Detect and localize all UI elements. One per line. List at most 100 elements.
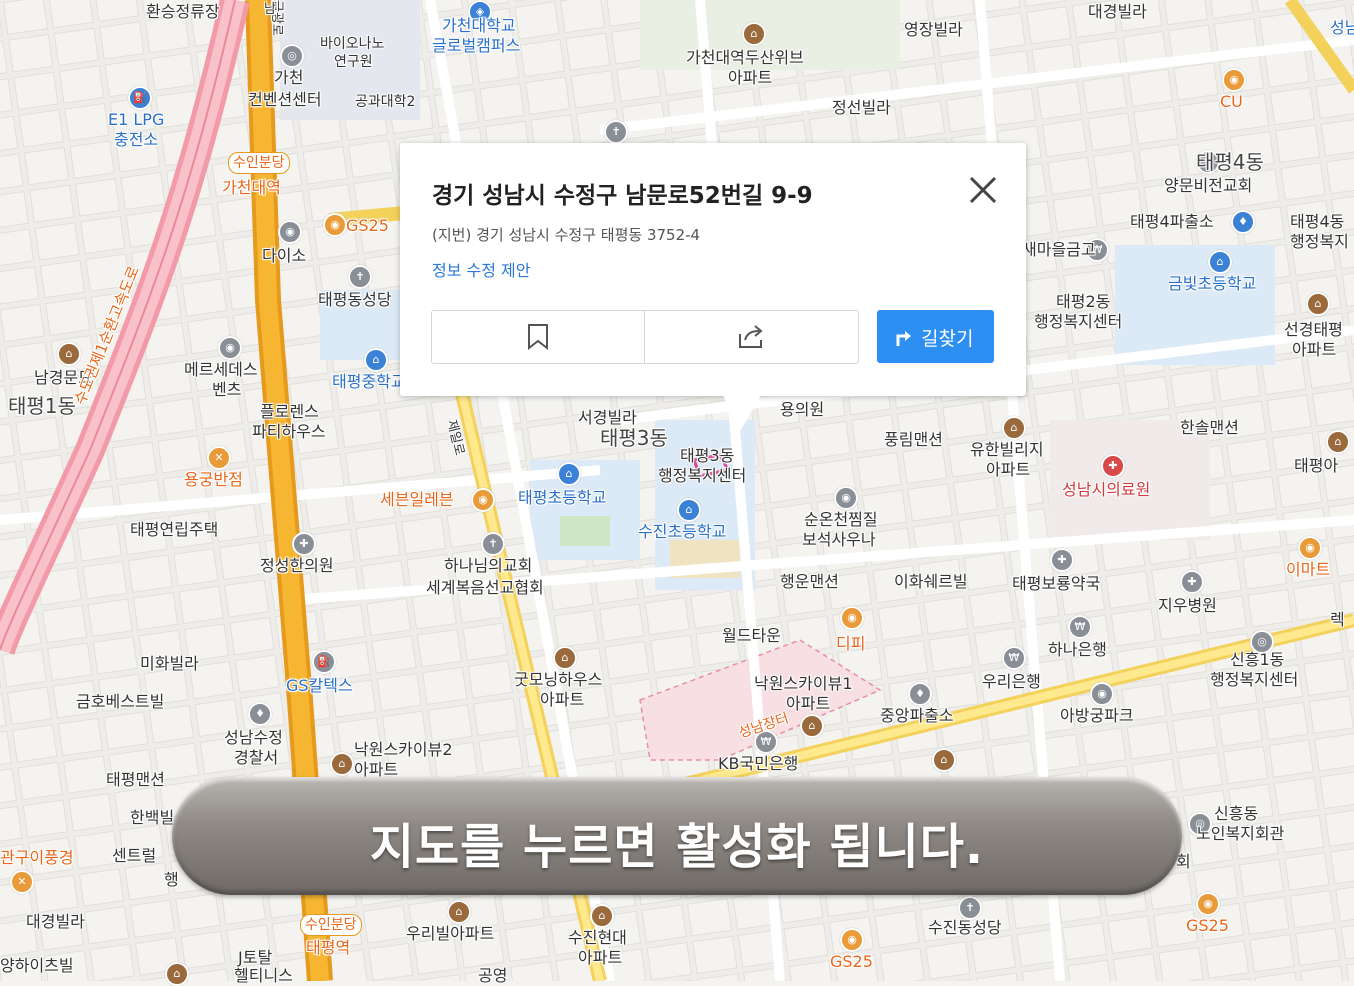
map-label[interactable]: KB국민은행 xyxy=(718,754,798,774)
map-label[interactable]: 세븐일레븐 xyxy=(380,490,454,510)
map-label[interactable]: GS칼텍스 xyxy=(286,676,353,696)
map-label[interactable]: 우리빌아파트 xyxy=(406,924,494,944)
map-label[interactable]: 순온천찜질 xyxy=(804,510,878,530)
map-label[interactable]: 수인분당 xyxy=(228,152,290,174)
suggest-edit-link[interactable]: 정보 수정 제안 xyxy=(432,257,531,281)
map-label[interactable]: 굿모닝하우스 xyxy=(514,670,602,690)
church3-pin-icon[interactable]: ✝ xyxy=(481,532,505,556)
map-label[interactable]: 용의원 xyxy=(780,400,824,420)
map-label[interactable]: 아파트 xyxy=(540,690,584,710)
apartment-pin-icon[interactable]: ⌂ xyxy=(742,22,766,46)
map-label[interactable]: 수인분당 xyxy=(300,914,362,936)
map-label[interactable]: GS25 xyxy=(830,952,873,972)
map-label[interactable]: 메르세데스 xyxy=(184,360,258,380)
cathedral2-pin-icon[interactable]: ✝ xyxy=(958,896,982,920)
map-label[interactable]: 지우병원 xyxy=(1158,596,1217,616)
map-label[interactable]: 센트럴 xyxy=(112,846,156,866)
map-label[interactable]: 대경빌라 xyxy=(1088,2,1147,22)
map-label[interactable]: 공과대학2 xyxy=(355,92,415,112)
elementary-school-pin-icon[interactable]: ⌂ xyxy=(557,462,581,486)
map-label[interactable]: 유한빌리지 xyxy=(970,440,1044,460)
apartment7-pin-icon[interactable]: ⌂ xyxy=(330,752,354,776)
daiso-pin-icon[interactable]: ◉ xyxy=(278,220,302,244)
police2-pin-icon[interactable]: ♦ xyxy=(908,682,932,706)
map-label[interactable]: 이화쉐르빌 xyxy=(894,572,968,592)
map-label[interactable]: 태평초등학교 xyxy=(518,488,606,508)
map-label[interactable]: CU xyxy=(1220,92,1243,112)
map-label[interactable]: 디피 xyxy=(836,634,865,654)
apartment11-pin-icon[interactable]: ⌂ xyxy=(165,962,189,986)
map-label[interactable]: 세계복음선교협회 xyxy=(426,578,544,598)
school-pin-icon[interactable]: ⌂ xyxy=(1208,250,1232,274)
map-label[interactable]: 아파트 xyxy=(578,948,622,968)
map-label[interactable]: 용궁반점 xyxy=(184,470,243,490)
map-label[interactable]: 경찰서 xyxy=(234,748,278,768)
apartment10-pin-icon[interactable]: ⌂ xyxy=(590,904,614,928)
map-label[interactable]: 선경태평 xyxy=(1284,320,1343,340)
gs25-pin-icon[interactable]: ◉ xyxy=(323,213,347,237)
apartment2-pin-icon[interactable]: ⌂ xyxy=(1306,292,1330,316)
map-label[interactable]: 벤츠 xyxy=(212,380,241,400)
restaurant2-pin-icon[interactable]: ✕ xyxy=(10,870,34,894)
cu-store-pin-icon[interactable]: ◉ xyxy=(1222,68,1246,92)
map-label[interactable]: 보석사우나 xyxy=(802,530,876,550)
gs25-b-pin-icon[interactable]: ◉ xyxy=(840,928,864,952)
map-label[interactable]: 낙원스카이뷰2 xyxy=(354,740,453,760)
map-label[interactable]: 태평4동 xyxy=(1196,152,1264,172)
apartment3-pin-icon[interactable]: ⌂ xyxy=(1002,416,1026,440)
map-label[interactable]: 하나은행 xyxy=(1048,640,1107,660)
map-label[interactable]: 연구원 xyxy=(334,52,373,72)
map-label[interactable]: 태평3동 xyxy=(600,428,668,448)
activate-map-banner[interactable]: 지도를 누르면 활성화 됩니다. xyxy=(172,777,1182,895)
map-label[interactable]: 태평맨션 xyxy=(106,770,165,790)
church-pin-icon[interactable]: ✝ xyxy=(604,120,628,144)
map-label[interactable]: 금빛초등학교 xyxy=(1168,274,1256,294)
map-label[interactable]: 관구이풍경 xyxy=(0,848,74,868)
cathedral-pin-icon[interactable]: ✝ xyxy=(348,265,372,289)
map-label[interactable]: 미화빌라 xyxy=(140,654,199,674)
map-label[interactable]: 태평아 xyxy=(1294,456,1338,476)
map-label[interactable]: 충전소 xyxy=(114,130,158,150)
dp-pin-icon[interactable]: ◉ xyxy=(840,606,864,630)
map-label[interactable]: 성남시의료원 xyxy=(1062,480,1150,500)
map-label[interactable]: 풍림맨션 xyxy=(884,430,943,450)
map-label[interactable]: 헬티니스 xyxy=(234,966,293,986)
map-label[interactable]: 태평보룡약국 xyxy=(1012,574,1100,594)
bookmark-button[interactable] xyxy=(432,311,645,363)
elementary-school2-pin-icon[interactable]: ⌂ xyxy=(677,498,701,522)
tomb-pin-icon[interactable]: ⌂ xyxy=(57,342,81,366)
share-button[interactable] xyxy=(645,311,857,363)
map-label[interactable]: 가천대학교 xyxy=(442,16,516,36)
map-label[interactable]: J토탈 xyxy=(238,948,272,968)
map-label[interactable]: 수진현대 xyxy=(568,928,627,948)
restaurant-pin-icon[interactable]: ✕ xyxy=(207,446,231,470)
map-label[interactable]: 월드타운 xyxy=(722,626,781,646)
hana-bank-pin-icon[interactable]: ₩ xyxy=(1068,615,1092,639)
map-label[interactable]: 우리은행 xyxy=(982,672,1041,692)
map-label[interactable]: 컨벤션센터 xyxy=(248,90,322,110)
map-label[interactable]: 수진동성당 xyxy=(928,918,1002,938)
map-label[interactable]: 성남수정 xyxy=(224,728,283,748)
middle-school-pin-icon[interactable]: ⌂ xyxy=(364,348,388,372)
gs25-c-pin-icon[interactable]: ◉ xyxy=(1196,892,1220,916)
map-label[interactable]: 태평1동 xyxy=(8,396,76,416)
gas-station-pin-icon[interactable]: ⛽ xyxy=(312,650,336,674)
map-label[interactable]: 글로벌캠퍼스 xyxy=(432,36,520,56)
map-label[interactable]: 아방궁파크 xyxy=(1060,706,1134,726)
apartment4-pin-icon[interactable]: ⌂ xyxy=(1326,430,1350,454)
hospital2-pin-icon[interactable]: ✚ xyxy=(1180,570,1204,594)
address-info-popup[interactable]: 경기 성남시 수정구 남문로52번길 9-9 (지번) 경기 성남시 수정구 태… xyxy=(400,143,1026,433)
map-label[interactable]: 서경빌라 xyxy=(578,408,637,428)
apartment8-pin-icon[interactable]: ⌂ xyxy=(932,748,956,772)
map-label[interactable]: 가천 xyxy=(274,68,303,88)
sauna-pin-icon[interactable]: ◉ xyxy=(834,486,858,510)
map-label[interactable]: 정성한의원 xyxy=(260,556,334,576)
map-label[interactable]: 양하이츠빌 xyxy=(0,956,74,976)
map-label[interactable]: GS25 xyxy=(346,216,389,236)
map-label[interactable]: 대경빌라 xyxy=(26,912,85,932)
map-label[interactable]: 한백빌 xyxy=(130,808,174,828)
map-label[interactable]: 태평2동 xyxy=(1056,292,1110,312)
map-label[interactable]: 행정복지센터 xyxy=(658,466,746,486)
map-label[interactable]: 행운맨션 xyxy=(780,572,839,592)
map-label[interactable]: 중앙파출소 xyxy=(880,706,954,726)
